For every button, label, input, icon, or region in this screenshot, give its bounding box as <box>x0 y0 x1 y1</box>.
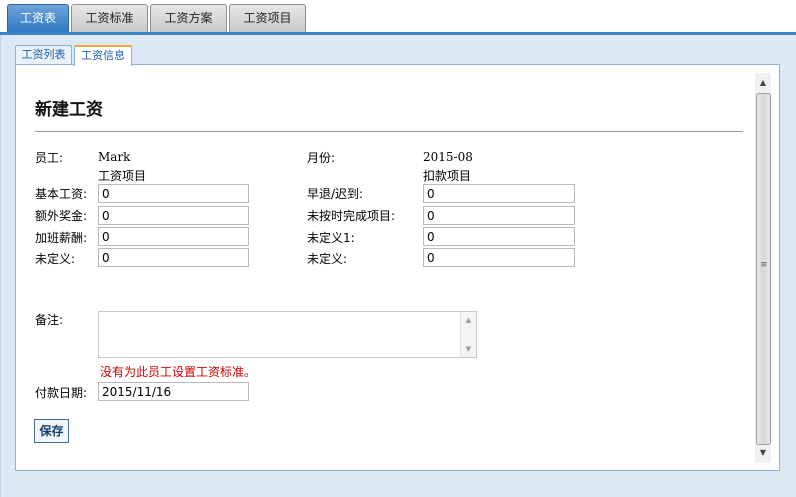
scroll-down-icon[interactable]: ▼ <box>755 445 771 461</box>
remark-scrollbar[interactable]: ▲ ▼ <box>460 312 476 357</box>
subtab-salary-info[interactable]: 工资信息 <box>74 45 132 66</box>
undefined-deduction-input[interactable] <box>423 248 575 267</box>
title-divider <box>35 131 743 132</box>
scroll-down-icon[interactable]: ▼ <box>461 343 476 355</box>
employee-value: Mark <box>98 150 131 164</box>
month-value: 2015-08 <box>423 150 473 164</box>
form-panel <box>15 64 780 471</box>
undefined-salary-input[interactable] <box>98 248 249 267</box>
undefined1-label: 未定义1: <box>307 231 355 245</box>
salary-items-header: 工资项目 <box>98 169 147 183</box>
error-message: 没有为此员工设置工资标准。 <box>100 365 257 379</box>
scroll-up-icon[interactable]: ▲ <box>755 75 771 91</box>
undefined-deduction-label: 未定义: <box>307 252 348 266</box>
scrollbar-thumb[interactable]: ≡ <box>756 93 771 445</box>
unfinished-project-input[interactable] <box>423 206 575 225</box>
pay-date-label: 付款日期: <box>35 386 88 400</box>
tab-salary-plan[interactable]: 工资方案 <box>150 4 227 32</box>
top-tab-bar: 工资表 工资标准 工资方案 工资项目 <box>0 0 796 32</box>
late-early-input[interactable] <box>423 184 575 203</box>
scroll-up-icon[interactable]: ▲ <box>461 314 476 326</box>
remark-label: 备注: <box>35 313 64 327</box>
tab-salary-standard[interactable]: 工资标准 <box>71 4 148 32</box>
page-scrollbar[interactable]: ▲ ≡ ▼ <box>755 73 771 463</box>
overtime-pay-input[interactable] <box>98 227 249 246</box>
late-early-label: 早退/迟到: <box>307 187 364 201</box>
basic-salary-input[interactable] <box>98 184 249 203</box>
tab-salary-items[interactable]: 工资项目 <box>229 4 306 32</box>
undefined1-input[interactable] <box>423 227 575 246</box>
unfinished-project-label: 未按时完成项目: <box>307 209 396 223</box>
basic-salary-label: 基本工资: <box>35 187 88 201</box>
subtab-salary-list[interactable]: 工资列表 <box>15 45 72 65</box>
extra-bonus-input[interactable] <box>98 206 249 225</box>
month-label: 月份: <box>307 151 336 165</box>
save-button[interactable]: 保存 <box>34 419 69 443</box>
extra-bonus-label: 额外奖金: <box>35 209 88 223</box>
pay-date-input[interactable] <box>98 382 249 401</box>
page-title: 新建工资 <box>35 100 103 120</box>
deduction-items-header: 扣款项目 <box>423 169 472 183</box>
undefined-salary-label: 未定义: <box>35 252 76 266</box>
grip-icon: ≡ <box>760 260 768 270</box>
overtime-pay-label: 加班薪酬: <box>35 231 88 245</box>
tab-salary-sheet[interactable]: 工资表 <box>7 4 69 32</box>
employee-label: 员工: <box>35 151 64 165</box>
remark-textarea[interactable]: ▲ ▼ <box>98 311 477 358</box>
